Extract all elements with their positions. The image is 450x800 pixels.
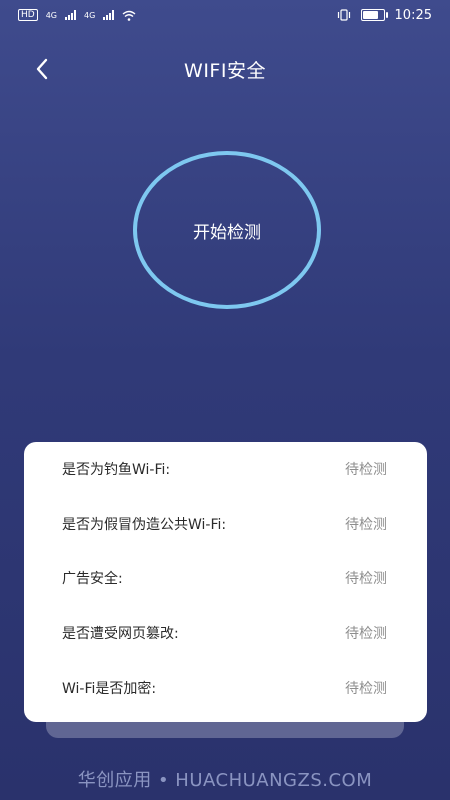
network-type-1: 4G	[45, 10, 57, 20]
check-label: 是否遭受网页篡改:	[62, 626, 179, 643]
signal-icon-2	[103, 10, 115, 20]
check-row-fake-public: 是否为假冒伪造公共Wi-Fi: 待检测	[62, 497, 387, 552]
check-status: 待检测	[345, 626, 387, 643]
vibrate-icon	[337, 9, 350, 21]
check-label: Wi-Fi是否加密:	[62, 680, 157, 697]
check-status: 待检测	[345, 462, 387, 479]
wifi-icon	[122, 10, 136, 21]
start-scan-button[interactable]: 开始检测	[133, 151, 321, 309]
hd-badge: HD	[18, 9, 38, 21]
check-status: 待检测	[345, 680, 387, 697]
battery-icon	[360, 9, 388, 21]
status-right: 10:25	[337, 8, 432, 23]
check-status: 待检测	[345, 571, 387, 588]
check-row-phishing: 是否为钓鱼Wi-Fi: 待检测	[62, 442, 387, 497]
back-button[interactable]	[24, 48, 60, 90]
page-title: WIFI安全	[184, 59, 266, 82]
chevron-left-icon	[36, 58, 48, 80]
check-row-encryption: Wi-Fi是否加密: 待检测	[62, 660, 387, 715]
check-label: 广告安全:	[62, 571, 123, 588]
network-type-2: 4G	[84, 10, 96, 20]
watermark: 华创应用 • HUACHUANGZS.COM	[77, 770, 373, 791]
status-left: HD 4G 4G	[18, 9, 136, 21]
check-list-card: 是否为钓鱼Wi-Fi: 待检测 是否为假冒伪造公共Wi-Fi: 待检测 广告安全…	[24, 442, 427, 722]
start-scan-label: 开始检测	[193, 222, 261, 243]
header: WIFI安全	[0, 48, 450, 90]
check-status: 待检测	[345, 516, 387, 533]
check-label: 是否为假冒伪造公共Wi-Fi:	[62, 516, 227, 533]
status-bar: HD 4G 4G 10:25	[0, 0, 450, 30]
check-row-page-tamper: 是否遭受网页篡改: 待检测	[62, 606, 387, 661]
check-label: 是否为钓鱼Wi-Fi:	[62, 462, 171, 479]
clock: 10:25	[394, 7, 432, 23]
check-row-ad-safety: 广告安全: 待检测	[62, 551, 387, 606]
signal-icon	[65, 10, 76, 20]
